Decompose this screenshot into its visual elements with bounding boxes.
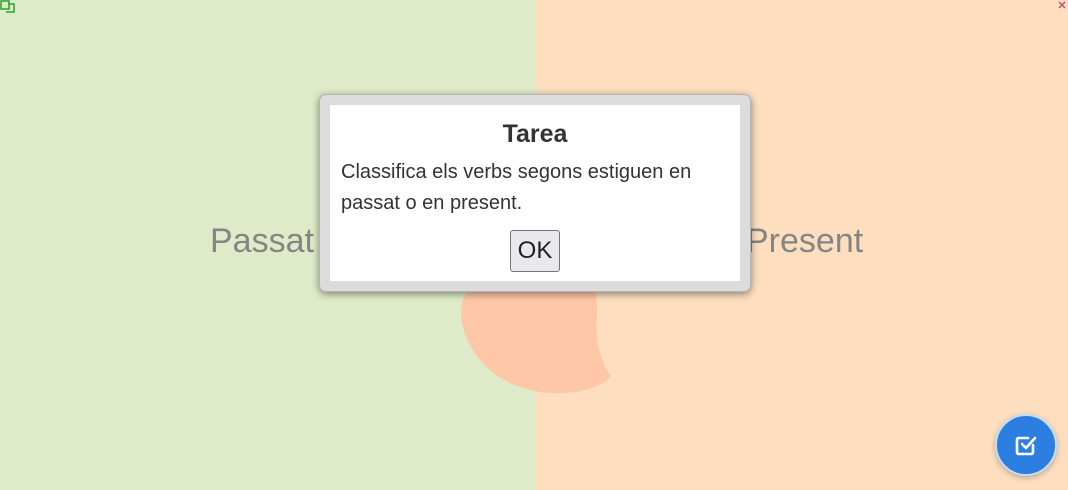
- zone-label-passat: Passat: [210, 222, 314, 260]
- task-dialog: Tarea Classifica els verbs segons estigu…: [319, 94, 751, 292]
- ok-button[interactable]: OK: [510, 230, 560, 272]
- activity-stage: Passat Present Tarea Classifica els verb…: [0, 0, 1068, 490]
- dialog-message: Classifica els verbs segons estiguen en …: [341, 161, 692, 214]
- check-square-icon: [1015, 436, 1037, 456]
- decorative-shape: [460, 285, 611, 394]
- close-icon[interactable]: [1056, 0, 1068, 10]
- task-dialog-body: Tarea Classifica els verbs segons estigu…: [330, 105, 740, 281]
- dialog-title: Tarea: [502, 120, 568, 148]
- check-answers-button[interactable]: [995, 414, 1057, 476]
- help-icon[interactable]: [0, 0, 16, 14]
- zone-label-present: Present: [746, 222, 864, 260]
